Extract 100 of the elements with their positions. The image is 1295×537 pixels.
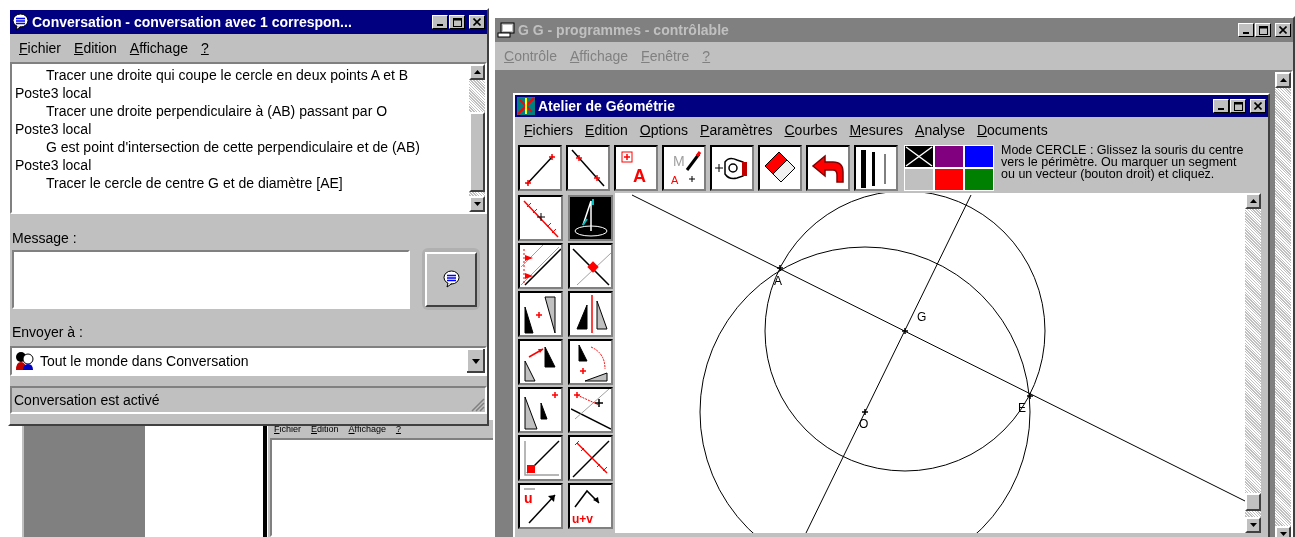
menu-item[interactable]: ?	[200, 37, 209, 59]
point-marker[interactable]	[861, 408, 869, 416]
tool-button[interactable]	[518, 339, 563, 385]
chat-line: Poste3 local	[14, 120, 93, 138]
color-swatch[interactable]	[964, 145, 994, 168]
message-field[interactable]	[12, 249, 410, 309]
menu-item[interactable]: Edition	[585, 119, 628, 141]
tool-button[interactable]: u	[518, 483, 563, 529]
color-swatch[interactable]	[904, 145, 934, 168]
menu-item[interactable]: Edition	[74, 37, 117, 59]
scroll-down-button[interactable]	[469, 196, 485, 212]
menu-item[interactable]: Analyse	[915, 119, 965, 141]
menu-item[interactable]: Options	[639, 119, 689, 141]
maximize-button[interactable]	[1230, 99, 1246, 113]
point-label: G	[917, 310, 927, 324]
toolbar-button[interactable]	[566, 145, 610, 191]
scrollbar[interactable]	[1245, 193, 1261, 533]
distance-tool-icon	[570, 389, 611, 431]
scroll-down-button[interactable]	[1245, 517, 1261, 533]
point-marker[interactable]	[1026, 392, 1034, 400]
scroll-up-button[interactable]	[469, 64, 485, 80]
dropdown-arrow-icon[interactable]	[467, 349, 485, 373]
menu-item[interactable]: Fichiers	[524, 119, 574, 141]
chat-line: Poste3 local	[14, 156, 93, 174]
down-arrow-icon	[1249, 523, 1257, 527]
menu-item[interactable]: Documents	[976, 119, 1048, 141]
point-marker[interactable]	[901, 327, 909, 335]
chat-line: G est point d'intersection de cette perpendiculaire et de (AB)	[45, 138, 421, 156]
point-marker[interactable]	[776, 264, 784, 272]
minimize-button[interactable]	[1238, 23, 1254, 37]
line-tool-icon	[569, 148, 607, 188]
menu-item[interactable]: Fichier	[19, 37, 62, 59]
tool-button[interactable]	[518, 291, 563, 337]
tool-button[interactable]	[518, 435, 563, 481]
cross-icon	[905, 146, 933, 167]
tool-button[interactable]	[568, 291, 613, 337]
menu-item[interactable]: Affichage	[348, 423, 386, 437]
toolbar-button[interactable]	[806, 145, 850, 191]
geometry-icon	[517, 97, 535, 115]
window-title: Atelier de Géométrie	[538, 96, 675, 116]
tool-button[interactable]	[568, 339, 613, 385]
tool-button[interactable]	[518, 195, 563, 241]
recipient-dropdown[interactable]: Tout le monde dans Conversation	[10, 346, 487, 376]
close-icon	[1254, 102, 1262, 110]
up-arrow-icon	[1249, 199, 1257, 203]
minimize-icon	[437, 24, 443, 26]
chat-line: Poste3 local	[14, 84, 93, 102]
color-swatch[interactable]	[934, 168, 964, 191]
window-title: G G - programmes - contrôlable	[518, 20, 729, 40]
point-label: O	[859, 417, 869, 431]
scroll-thumb[interactable]	[469, 112, 485, 192]
color-swatch[interactable]	[904, 168, 934, 191]
maximize-button[interactable]	[1255, 23, 1271, 37]
close-button[interactable]	[469, 15, 485, 29]
tool-button[interactable]	[568, 195, 613, 241]
menu-item[interactable]: Mesures	[849, 119, 904, 141]
menu-item[interactable]: Fichier	[274, 423, 301, 437]
resize-grip-icon[interactable]	[471, 398, 485, 412]
tool-button[interactable]	[568, 243, 613, 289]
color-swatch[interactable]	[964, 168, 994, 191]
tool-button[interactable]	[568, 387, 613, 433]
parallel-tool-icon	[520, 245, 561, 287]
down-arrow-icon	[1279, 532, 1287, 536]
toolbar-button[interactable]	[710, 145, 754, 191]
maximize-icon	[1233, 101, 1243, 111]
menu-item[interactable]: Courbes	[784, 119, 838, 141]
maximize-button[interactable]	[449, 15, 465, 29]
menu-item[interactable]: ?	[395, 423, 401, 437]
tool-button[interactable]: u+v	[568, 483, 613, 529]
mode-hint: Mode CERCLE : Glissez la souris du centre vers le périmètre. Ou marquer un segment ou un vecteur (bouton droit) et cliquez.	[1000, 143, 1245, 180]
status-text: Conversation est activé	[13, 390, 160, 410]
computer-icon	[497, 22, 515, 38]
menu-item[interactable]: Edition	[311, 423, 339, 437]
minimize-icon	[1218, 108, 1224, 110]
menu-item[interactable]: Affichage	[129, 37, 188, 59]
people-icon	[14, 351, 36, 371]
close-icon	[473, 18, 481, 26]
minimize-icon	[1243, 32, 1249, 34]
toolbar-button[interactable]	[518, 145, 562, 191]
scroll-thumb[interactable]	[1245, 493, 1261, 511]
tool-button[interactable]	[518, 243, 563, 289]
minimize-button[interactable]	[1213, 99, 1229, 113]
color-swatch[interactable]	[934, 145, 964, 168]
close-icon	[1279, 26, 1287, 34]
menu-item[interactable]: Paramètres	[700, 119, 773, 141]
toolbar-button[interactable]	[758, 145, 802, 191]
scroll-up-button[interactable]	[1245, 193, 1261, 209]
point-label: A	[774, 274, 782, 288]
maximize-icon	[452, 17, 462, 27]
close-button[interactable]	[1275, 23, 1291, 37]
chat-line: Tracer le cercle de centre G et de diamètre [AE]	[45, 174, 344, 192]
minimize-button[interactable]	[432, 15, 448, 29]
close-button[interactable]	[1250, 99, 1266, 113]
tool-button[interactable]	[518, 387, 563, 433]
window-title: Conversation - conversation avec 1 correspon...	[32, 12, 352, 32]
scrollbar[interactable]	[1275, 72, 1291, 537]
scroll-up-button[interactable]	[1275, 72, 1291, 88]
tool-button[interactable]	[568, 435, 613, 481]
scrollbar[interactable]	[469, 64, 485, 212]
toolbar-button[interactable]	[854, 145, 898, 191]
